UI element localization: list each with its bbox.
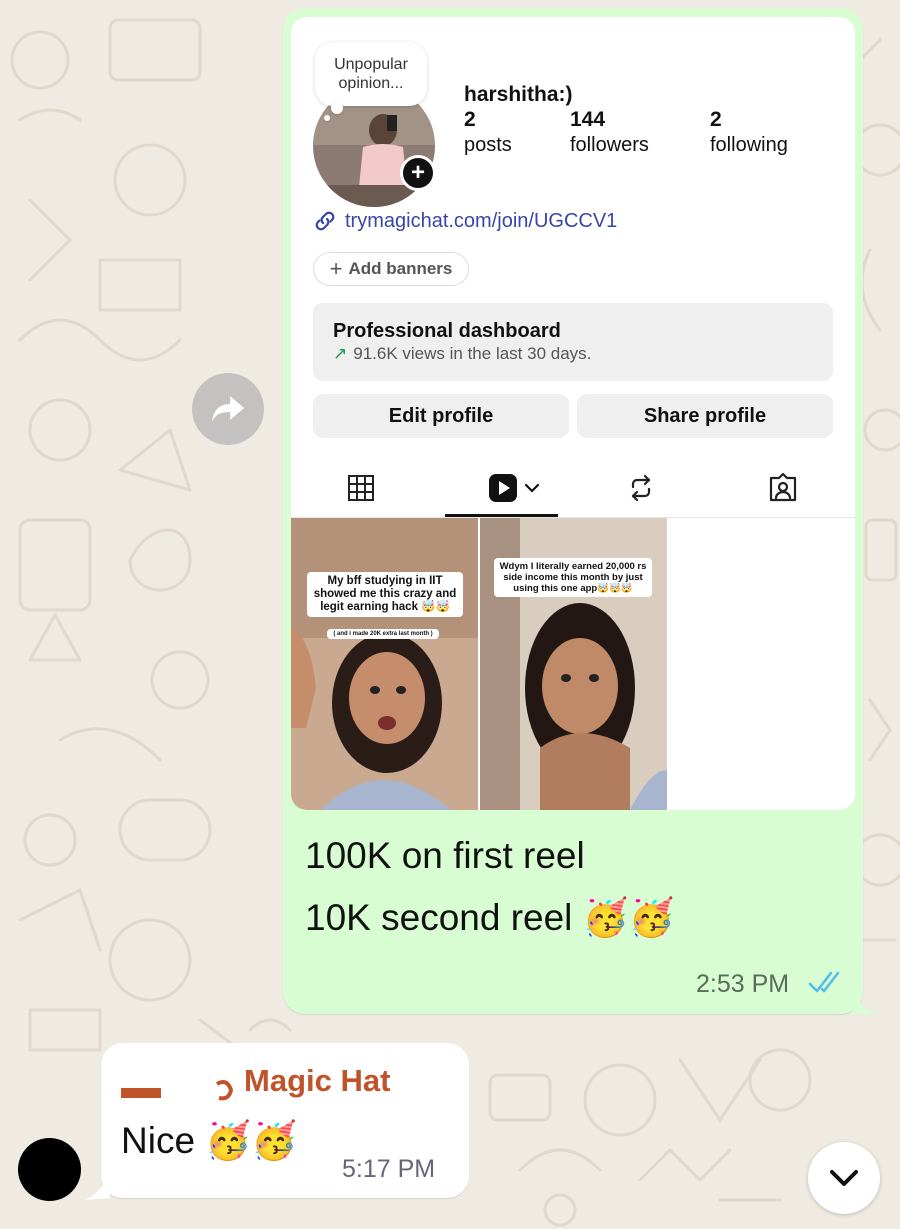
tab-reposts[interactable] [621,468,661,508]
message-timestamp: 2:53 PM [696,970,790,998]
link-icon [315,211,335,231]
reposts-icon [631,474,651,502]
forward-icon [212,396,244,422]
caption-line: side income this month by just [503,572,643,583]
link-text: trymagichat.com/join/UGCCV1 [345,209,618,232]
plus-icon: + [329,256,343,281]
professional-dashboard[interactable]: Professional dashboard ↗ 91.6K views in t… [313,303,833,381]
sent-bubble-tail [852,990,876,1014]
received-bubble-tail [84,1174,110,1200]
caption-line: My bff studying in IIT [327,575,443,587]
dashboard-title: Professional dashboard [333,320,561,342]
stat-label: following [710,134,788,156]
scroll-to-bottom-button[interactable] [808,1142,880,1214]
read-receipt-icon [808,971,840,993]
add-story-button[interactable]: + [400,155,436,191]
reel-thumbnail[interactable]: Wdym I literally earned 20,000 rs side i… [480,518,667,810]
stat-count: 2 [464,108,476,131]
caption-line: showed me this crazy and [313,588,457,600]
chevron-down-icon [524,483,540,493]
trend-up-icon: ↗ [333,344,348,363]
sender-name: Magic Hat [244,1063,391,1098]
stat-following[interactable]: 2 following [710,108,788,158]
message-text-line: 10K second reel 🥳🥳 [305,897,675,938]
share-profile-button[interactable]: Share profile [577,394,833,438]
add-banners-button[interactable]: + Add banners [313,252,469,286]
profile-username: harshitha:) [464,83,573,106]
stat-followers[interactable]: 144 followers [570,108,649,158]
stat-label: posts [464,134,512,156]
caption-line: legit earning hack 🤯🤯 [320,601,450,613]
received-message-text: Nice 🥳🥳 [121,1120,298,1161]
caption-line: using this one app🤯🤯🤯 [513,583,633,594]
forward-button[interactable] [192,373,264,445]
chevron-down-icon [830,1170,858,1186]
tab-reels[interactable] [484,468,544,508]
grid-icon [348,475,374,501]
tab-grid[interactable] [341,468,381,508]
reel-thumbnail[interactable]: My bff studying in IIT showed me this cr… [291,518,478,810]
note-tail-dot [331,102,343,114]
profile-note[interactable]: Unpopular opinion... [315,42,427,106]
tab-tagged[interactable] [763,468,803,508]
tagged-icon [769,472,797,502]
reel-subcaption: ( and i made 20K extra last month ) [327,629,439,639]
stat-posts[interactable]: 2 posts [464,108,512,158]
redaction-mark [121,1070,234,1102]
reel-caption: Wdym I literally earned 20,000 rs side i… [494,558,652,597]
note-line-1: Unpopular [334,56,408,73]
note-tail-dot-small [324,115,330,121]
stat-count: 2 [710,108,722,131]
reels-icon [489,474,517,502]
note-line-2: opinion... [338,75,404,92]
reel-caption: My bff studying in IIT showed me this cr… [307,572,463,617]
instagram-profile-screenshot[interactable]: + Unpopular opinion... harshitha:) 2 pos… [291,17,855,810]
add-banners-label: Add banners [348,259,453,278]
message-timestamp: 5:17 PM [342,1155,436,1183]
dashboard-subtitle: 91.6K views in the last 30 days. [353,344,592,363]
stat-label: followers [570,134,649,156]
message-text-line: 100K on first reel [305,835,585,876]
caption-line: Wdym I literally earned 20,000 rs [499,561,647,572]
stat-count: 144 [570,108,606,131]
edit-profile-button[interactable]: Edit profile [313,394,569,438]
sender-avatar[interactable] [18,1138,81,1201]
profile-link[interactable]: trymagichat.com/join/UGCCV1 [313,209,617,233]
